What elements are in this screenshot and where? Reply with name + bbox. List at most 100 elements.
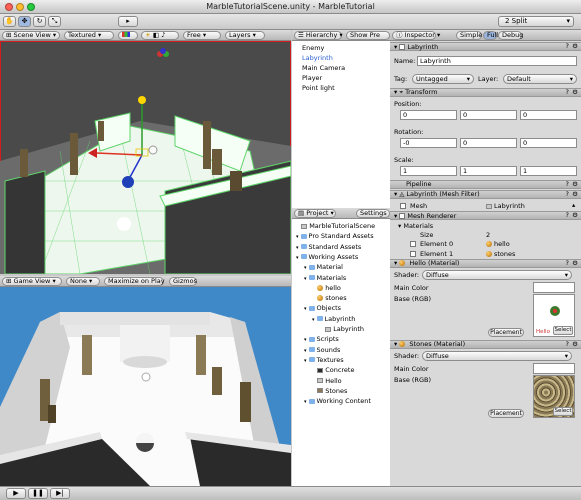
expand-triangle-icon[interactable]: ▾ <box>304 276 307 282</box>
game-object-header[interactable]: ▾ Labyrinth ? ⚙ <box>390 42 581 51</box>
tab-hierarchy[interactable]: ☰ Hierarchy ▾ <box>294 31 343 40</box>
gear-icon[interactable]: ⚙ <box>572 89 578 96</box>
gear-icon[interactable]: ⚙ <box>572 341 578 348</box>
rotation-y-field[interactable]: 0 <box>460 138 517 148</box>
play-button-bottom[interactable]: ▶ <box>6 488 26 499</box>
stones-main-color-swatch[interactable] <box>533 363 575 374</box>
position-x-field[interactable]: 0 <box>400 110 457 120</box>
mesh-value[interactable]: Labyrinth <box>486 202 525 210</box>
tab-scene-view[interactable]: ⊞ Scene View ▾ <box>2 31 60 40</box>
project-tree-item[interactable]: Concrete <box>312 366 354 374</box>
mode-debug-button[interactable]: Debug <box>498 31 523 40</box>
expand-triangle-icon[interactable]: ▾ <box>296 255 299 261</box>
expand-triangle-icon[interactable]: ▾ <box>304 337 307 343</box>
scene-toggles[interactable]: ☀ ◧ ♪ <box>141 31 179 40</box>
scale-y-field[interactable]: 1 <box>460 166 517 176</box>
scale-x-field[interactable]: 1 <box>400 166 457 176</box>
project-tree-item[interactable]: ▾ Working Content <box>304 397 371 405</box>
maximize-on-play-toggle[interactable]: Maximize on Play <box>104 277 165 286</box>
gizmos-toggle[interactable]: Gizmos <box>169 277 197 286</box>
element0-value[interactable]: hello <box>486 240 510 248</box>
project-tree-item[interactable]: stones <box>312 294 347 302</box>
project-tree-item[interactable]: ▾ Working Assets <box>296 253 358 261</box>
rotation-z-field[interactable]: 0 <box>520 138 577 148</box>
stones-placement-button[interactable]: Placement <box>488 409 524 418</box>
hello-material-header[interactable]: ▾ Hello (Material) ? ⚙ <box>390 259 581 268</box>
hierarchy-item[interactable]: Enemy <box>302 44 324 52</box>
rotate-tool-button[interactable]: ↻ <box>33 16 46 27</box>
gear-icon[interactable]: ⚙ <box>572 212 578 219</box>
hierarchy-item[interactable]: Labyrinth <box>302 54 333 62</box>
project-tree-item[interactable]: ▾ Scripts <box>304 335 339 343</box>
hierarchy-item[interactable]: Point light <box>302 84 335 92</box>
camera-mode-select[interactable]: Free ▾ <box>183 31 221 40</box>
pipeline-header[interactable]: Pipeline ? ⚙ <box>390 180 581 189</box>
help-icon[interactable]: ? <box>566 212 569 219</box>
hello-texture-thumbnail[interactable]: Hello Select <box>533 294 575 337</box>
element1-checkbox[interactable] <box>410 251 416 257</box>
mode-simple-button[interactable]: Simple <box>456 31 482 40</box>
move-tool-button[interactable]: ✥ <box>18 16 31 27</box>
hello-main-color-swatch[interactable] <box>533 282 575 293</box>
hand-tool-button[interactable]: ✋ <box>3 16 16 27</box>
expand-triangle-icon[interactable]: ▾ <box>296 245 299 251</box>
stones-select-button[interactable]: Select <box>553 407 573 416</box>
mode-full-button[interactable]: Full <box>483 31 498 40</box>
hierarchy-item[interactable]: Player <box>302 74 322 82</box>
project-tree-item[interactable]: Stones <box>312 387 347 395</box>
element1-value[interactable]: stones <box>486 250 515 258</box>
show-prefabs-button[interactable]: Show Pre <box>346 31 390 40</box>
size-value[interactable]: 2 <box>486 231 490 239</box>
tab-game-view[interactable]: ⊞ Game View ▾ <box>2 277 62 286</box>
layers-select[interactable]: Layers ▾ <box>225 31 265 40</box>
expand-triangle-icon[interactable]: ▾ <box>312 317 315 323</box>
help-icon[interactable]: ? <box>566 260 569 267</box>
expand-triangle-icon[interactable] <box>296 224 299 230</box>
project-tree-item[interactable]: ▾ Objects <box>304 304 341 312</box>
gear-icon[interactable]: ⚙ <box>572 181 578 188</box>
shading-mode-select[interactable]: Textured ▾ <box>64 31 114 40</box>
hello-select-button[interactable]: Select <box>553 326 573 335</box>
project-tree-item[interactable]: MarbleTutorialScene <box>296 222 375 230</box>
expand-triangle-icon[interactable] <box>320 327 323 333</box>
help-icon[interactable]: ? <box>566 341 569 348</box>
mesh-renderer-enabled-checkbox[interactable] <box>399 213 406 219</box>
expand-triangle-icon[interactable] <box>312 286 315 292</box>
scene-gizmo-icon[interactable] <box>156 48 170 62</box>
scale-tool-button[interactable]: ⤡ <box>48 16 61 27</box>
name-field[interactable]: Labyrinth <box>417 56 577 66</box>
materials-foldout[interactable]: ▾ Materials <box>398 222 433 230</box>
game-viewport[interactable] <box>0 287 291 486</box>
help-icon[interactable]: ? <box>566 191 569 198</box>
tab-inspector[interactable]: ⓘ Inspector ▾ <box>392 31 440 40</box>
stones-texture-thumbnail[interactable]: Select <box>533 375 575 418</box>
gear-icon[interactable]: ⚙ <box>572 43 578 50</box>
element0-checkbox[interactable] <box>410 241 416 247</box>
expand-triangle-icon[interactable] <box>312 296 315 302</box>
help-icon[interactable]: ? <box>566 89 569 96</box>
position-y-field[interactable]: 0 <box>460 110 517 120</box>
project-tree-item[interactable]: ▾ Material <box>304 263 343 271</box>
scale-z-field[interactable]: 1 <box>520 166 577 176</box>
scene-viewport[interactable] <box>0 41 291 274</box>
gear-icon[interactable]: ⚙ <box>572 260 578 267</box>
expand-triangle-icon[interactable] <box>312 389 315 395</box>
mesh-renderer-header[interactable]: ▾ Mesh Renderer ? ⚙ <box>390 211 581 220</box>
expand-triangle-icon[interactable] <box>312 379 315 385</box>
tab-project[interactable]: ▤ Project ▾ <box>294 209 336 218</box>
pause-button[interactable]: ❚❚ <box>28 488 48 499</box>
project-tree-item[interactable]: ▾ Textures <box>304 356 344 364</box>
project-tree-item[interactable]: ▾ Materials <box>304 274 346 282</box>
mesh-checkbox[interactable] <box>400 203 406 209</box>
project-tree-item[interactable]: Hello <box>312 377 342 385</box>
position-z-field[interactable]: 0 <box>520 110 577 120</box>
expand-triangle-icon[interactable]: ▾ <box>304 399 307 405</box>
help-icon[interactable]: ? <box>566 43 569 50</box>
expand-triangle-icon[interactable]: ▾ <box>304 265 307 271</box>
hierarchy-item[interactable]: Main Camera <box>302 64 345 72</box>
transform-header[interactable]: ▾ ⌖ Transform ? ⚙ <box>390 88 581 97</box>
layout-select[interactable]: 2 Split ▾ <box>498 16 574 27</box>
expand-triangle-icon[interactable]: ▾ <box>304 348 307 354</box>
step-button[interactable]: ▶| <box>50 488 70 499</box>
help-icon[interactable]: ? <box>566 181 569 188</box>
